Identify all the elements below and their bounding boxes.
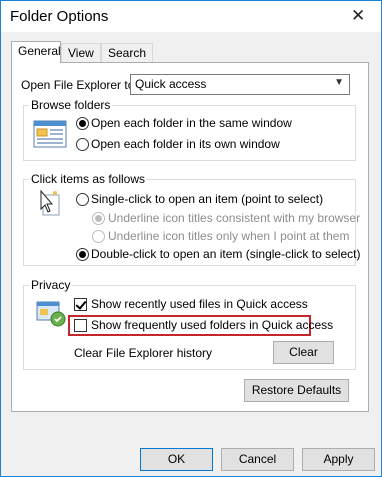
click-items-title: Click items as follows	[29, 172, 148, 186]
show-frequent-folders-checkbox[interactable]	[74, 319, 87, 332]
window-title: Folder Options	[10, 8, 109, 25]
double-click-label[interactable]: Double-click to open an item (single-cli…	[91, 247, 360, 261]
radio-double-click[interactable]	[76, 248, 89, 261]
show-recent-files-checkbox[interactable]	[74, 298, 87, 311]
tab-label: General	[18, 44, 61, 58]
restore-defaults-label: Restore Defaults	[251, 383, 342, 397]
privacy-icon	[35, 296, 67, 328]
browse-folders-group	[23, 105, 356, 161]
tab-view[interactable]: View	[61, 43, 101, 62]
ok-button[interactable]: OK	[140, 448, 213, 471]
clear-button-label: Clear	[289, 345, 318, 359]
radio-underline-point[interactable]	[92, 230, 105, 243]
open-explorer-label: Open File Explorer to:	[21, 78, 138, 92]
close-button[interactable]: ✕	[335, 1, 381, 32]
restore-defaults-button[interactable]: Restore Defaults	[244, 379, 349, 402]
close-icon: ✕	[351, 6, 366, 25]
clear-history-label: Clear File Explorer history	[74, 346, 213, 360]
dropdown-arrow-icon: ▼	[334, 77, 344, 88]
ok-label: OK	[167, 452, 186, 466]
clear-button[interactable]: Clear	[273, 341, 334, 364]
open-explorer-value: Quick access	[135, 77, 207, 91]
tab-general[interactable]: General	[11, 41, 61, 63]
click-items-icon	[37, 189, 63, 219]
radio-single-click[interactable]	[76, 193, 89, 206]
option-own-window-label[interactable]: Open each folder in its own window	[91, 137, 280, 151]
open-explorer-dropdown[interactable]: Quick access ▼	[130, 74, 350, 95]
single-click-label[interactable]: Single-click to open an item (point to s…	[91, 192, 323, 206]
tab-label: View	[68, 46, 94, 60]
radio-same-window[interactable]	[76, 117, 89, 130]
title-bar: Folder Options ✕	[1, 1, 381, 32]
underline-point-label[interactable]: Underline icon titles only when I point …	[108, 229, 349, 243]
show-recent-files-label[interactable]: Show recently used files in Quick access	[91, 297, 308, 311]
underline-consistent-label[interactable]: Underline icon titles consistent with my…	[108, 211, 360, 225]
apply-button[interactable]: Apply	[302, 448, 375, 471]
browse-folders-title: Browse folders	[29, 98, 113, 112]
browse-folders-icon	[33, 119, 67, 149]
tab-label: Search	[108, 46, 147, 60]
tab-search[interactable]: Search	[101, 43, 153, 62]
cancel-label: Cancel	[238, 452, 277, 466]
option-same-window-label[interactable]: Open each folder in the same window	[91, 116, 292, 130]
radio-own-window[interactable]	[76, 138, 89, 151]
cancel-button[interactable]: Cancel	[221, 448, 294, 471]
radio-underline-consistent[interactable]	[92, 212, 105, 225]
folder-options-dialog: Folder Options ✕ General View Search Ope…	[0, 0, 382, 477]
apply-label: Apply	[323, 452, 354, 466]
show-frequent-folders-label[interactable]: Show frequently used folders in Quick ac…	[91, 318, 333, 332]
privacy-title: Privacy	[29, 278, 73, 292]
